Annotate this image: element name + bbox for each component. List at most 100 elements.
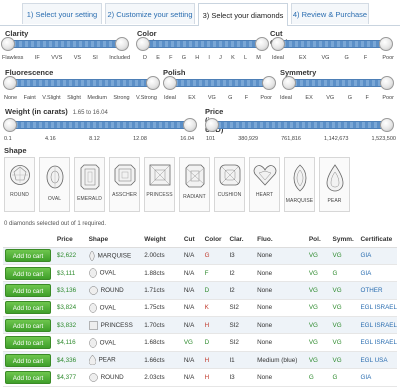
shape-option-cushion[interactable]: CUSHION [214, 157, 245, 212]
clarity-tick: Included [109, 55, 130, 61]
cut-slider-max-handle[interactable] [379, 37, 393, 51]
action-cell: Add to cart [3, 316, 55, 335]
polish-tick: G [228, 95, 233, 101]
certificate-link[interactable]: GIA [358, 264, 397, 283]
cut-slider-min-handle[interactable] [271, 37, 285, 51]
clarity-slider-max-handle[interactable] [115, 37, 129, 51]
certificate-link[interactable]: OTHER [358, 281, 397, 300]
column-header-color[interactable]: Color [202, 233, 228, 248]
princess-diamond-icon [149, 164, 170, 186]
symmetry-slider-max-handle[interactable] [380, 76, 394, 90]
shape-option-radiant[interactable]: RADIANT [179, 157, 210, 212]
column-header-cut[interactable]: Cut [181, 233, 203, 248]
symmetry-tick: VG [326, 95, 335, 101]
fluorescence-slider-max-handle[interactable] [146, 76, 160, 90]
shape-option-round[interactable]: ROUND [4, 157, 35, 212]
add-to-cart-button[interactable]: Add to cart [5, 336, 51, 350]
add-to-cart-button[interactable]: Add to cart [5, 318, 51, 332]
symmetry-slider-min-handle[interactable] [282, 76, 296, 90]
price-slider-track[interactable] [211, 121, 387, 129]
clarity-cell: SI2 [227, 299, 256, 318]
fluorescence-slider-track[interactable] [8, 79, 154, 87]
cut-tick: VG [321, 55, 330, 61]
shape-option-oval[interactable]: OVAL [39, 157, 70, 212]
polish-cell: VG [306, 264, 331, 283]
price-cell: $3,824 [54, 299, 87, 318]
column-header-clarity[interactable]: Clar. [227, 233, 256, 248]
column-header-price[interactable]: Price [54, 233, 87, 248]
add-to-cart-button[interactable]: Add to cart [5, 266, 51, 280]
color-cell: G [202, 247, 228, 265]
column-header-polish[interactable]: Pol. [306, 233, 331, 248]
column-header-action [3, 233, 55, 248]
fluorescence-tick: Medium [87, 95, 107, 101]
action-cell: Add to cart [3, 264, 55, 283]
weight-slider-min-handle[interactable] [3, 118, 17, 132]
color-slider-max-handle[interactable] [255, 37, 269, 51]
clarity-cell: I2 [227, 281, 256, 300]
color-slider-track[interactable] [140, 40, 262, 48]
polish-slider-max-handle[interactable] [262, 76, 276, 90]
polish-slider-track[interactable] [168, 79, 268, 87]
price-slider-min-handle[interactable] [205, 118, 219, 132]
tab-select-setting[interactable]: 1) Select your setting [22, 3, 102, 24]
column-header-certificate[interactable]: Certificate [358, 233, 397, 248]
shape-label: ROUND [10, 192, 29, 198]
oval-diamond-icon [88, 303, 97, 313]
fluorescence-slider-min-handle[interactable] [3, 76, 17, 90]
pear-diamond-icon [88, 355, 96, 366]
certificate-link[interactable]: EGL USA [358, 351, 397, 370]
cut-cell: VG [181, 333, 203, 352]
column-header-symmetry[interactable]: Symm. [330, 233, 359, 248]
oval-diamond-icon [88, 268, 97, 278]
certificate-link[interactable]: GIA [358, 368, 397, 387]
color-cell: H [202, 351, 228, 370]
cut-ticks: Ideal EX VG G F Poor [272, 55, 394, 61]
fluorescence-cell: None [255, 299, 307, 318]
cushion-diamond-icon [219, 164, 240, 186]
fluorescence-cell: None [255, 247, 307, 265]
clarity-slider-track[interactable] [6, 40, 124, 48]
certificate-link[interactable]: GIA [358, 247, 397, 265]
radiant-diamond-icon [185, 164, 204, 188]
weight-slider-track[interactable] [8, 121, 190, 129]
cut-tick: Ideal [272, 55, 284, 61]
weight-slider-max-handle[interactable] [183, 118, 197, 132]
certificate-link[interactable]: EGL ISRAEL [358, 316, 397, 335]
fluorescence-tick: Strong [113, 95, 130, 101]
shape-option-asscher[interactable]: ASSCHER [109, 157, 140, 212]
cut-cell: N/A [181, 299, 203, 318]
clarity-cell: I1 [227, 351, 256, 370]
shape-name: PEAR [98, 356, 116, 364]
polish-slider-min-handle[interactable] [163, 76, 177, 90]
price-slider-max-handle[interactable] [380, 118, 394, 132]
tab-select-diamonds[interactable]: 3) Select your diamonds [198, 3, 288, 26]
tab-review-purchase[interactable]: 4) Review & Purchase [291, 3, 369, 24]
clarity-slider-min-handle[interactable] [1, 37, 15, 51]
fluorescence-ticks: None Faint V.Slight Slight Medium Strong… [4, 95, 157, 101]
tab-customize-setting[interactable]: 2) Customize your setting [105, 3, 195, 24]
certificate-link[interactable]: EGL ISRAEL [358, 299, 397, 318]
column-header-fluorescence[interactable]: Fluo. [255, 233, 307, 248]
column-header-weight[interactable]: Weight [142, 233, 182, 248]
shape-option-emerald[interactable]: EMERALD [74, 157, 105, 212]
shape-option-marquise[interactable]: MARQUISE [284, 157, 315, 212]
clarity-cell: SI2 [227, 333, 256, 352]
cut-cell: N/A [181, 351, 203, 370]
symmetry-slider-track[interactable] [287, 79, 387, 87]
add-to-cart-button[interactable]: Add to cart [5, 353, 51, 367]
column-header-shape[interactable]: Shape [86, 233, 143, 248]
add-to-cart-button[interactable]: Add to cart [5, 301, 51, 315]
add-to-cart-button[interactable]: Add to cart [5, 249, 51, 263]
add-to-cart-button[interactable]: Add to cart [5, 283, 51, 297]
shape-option-heart[interactable]: HEART [249, 157, 280, 212]
cut-slider-track[interactable] [276, 40, 386, 48]
color-slider-min-handle[interactable] [136, 37, 150, 51]
shape-option-princess[interactable]: PRINCESS [144, 157, 175, 212]
clarity-cell: I3 [227, 247, 256, 265]
certificate-link[interactable]: EGL ISRAEL [358, 333, 397, 352]
add-to-cart-button[interactable]: Add to cart [5, 370, 51, 384]
round-diamond-icon [88, 373, 98, 382]
shape-option-pear[interactable]: PEAR [319, 157, 350, 212]
color-tick: F [169, 55, 173, 61]
